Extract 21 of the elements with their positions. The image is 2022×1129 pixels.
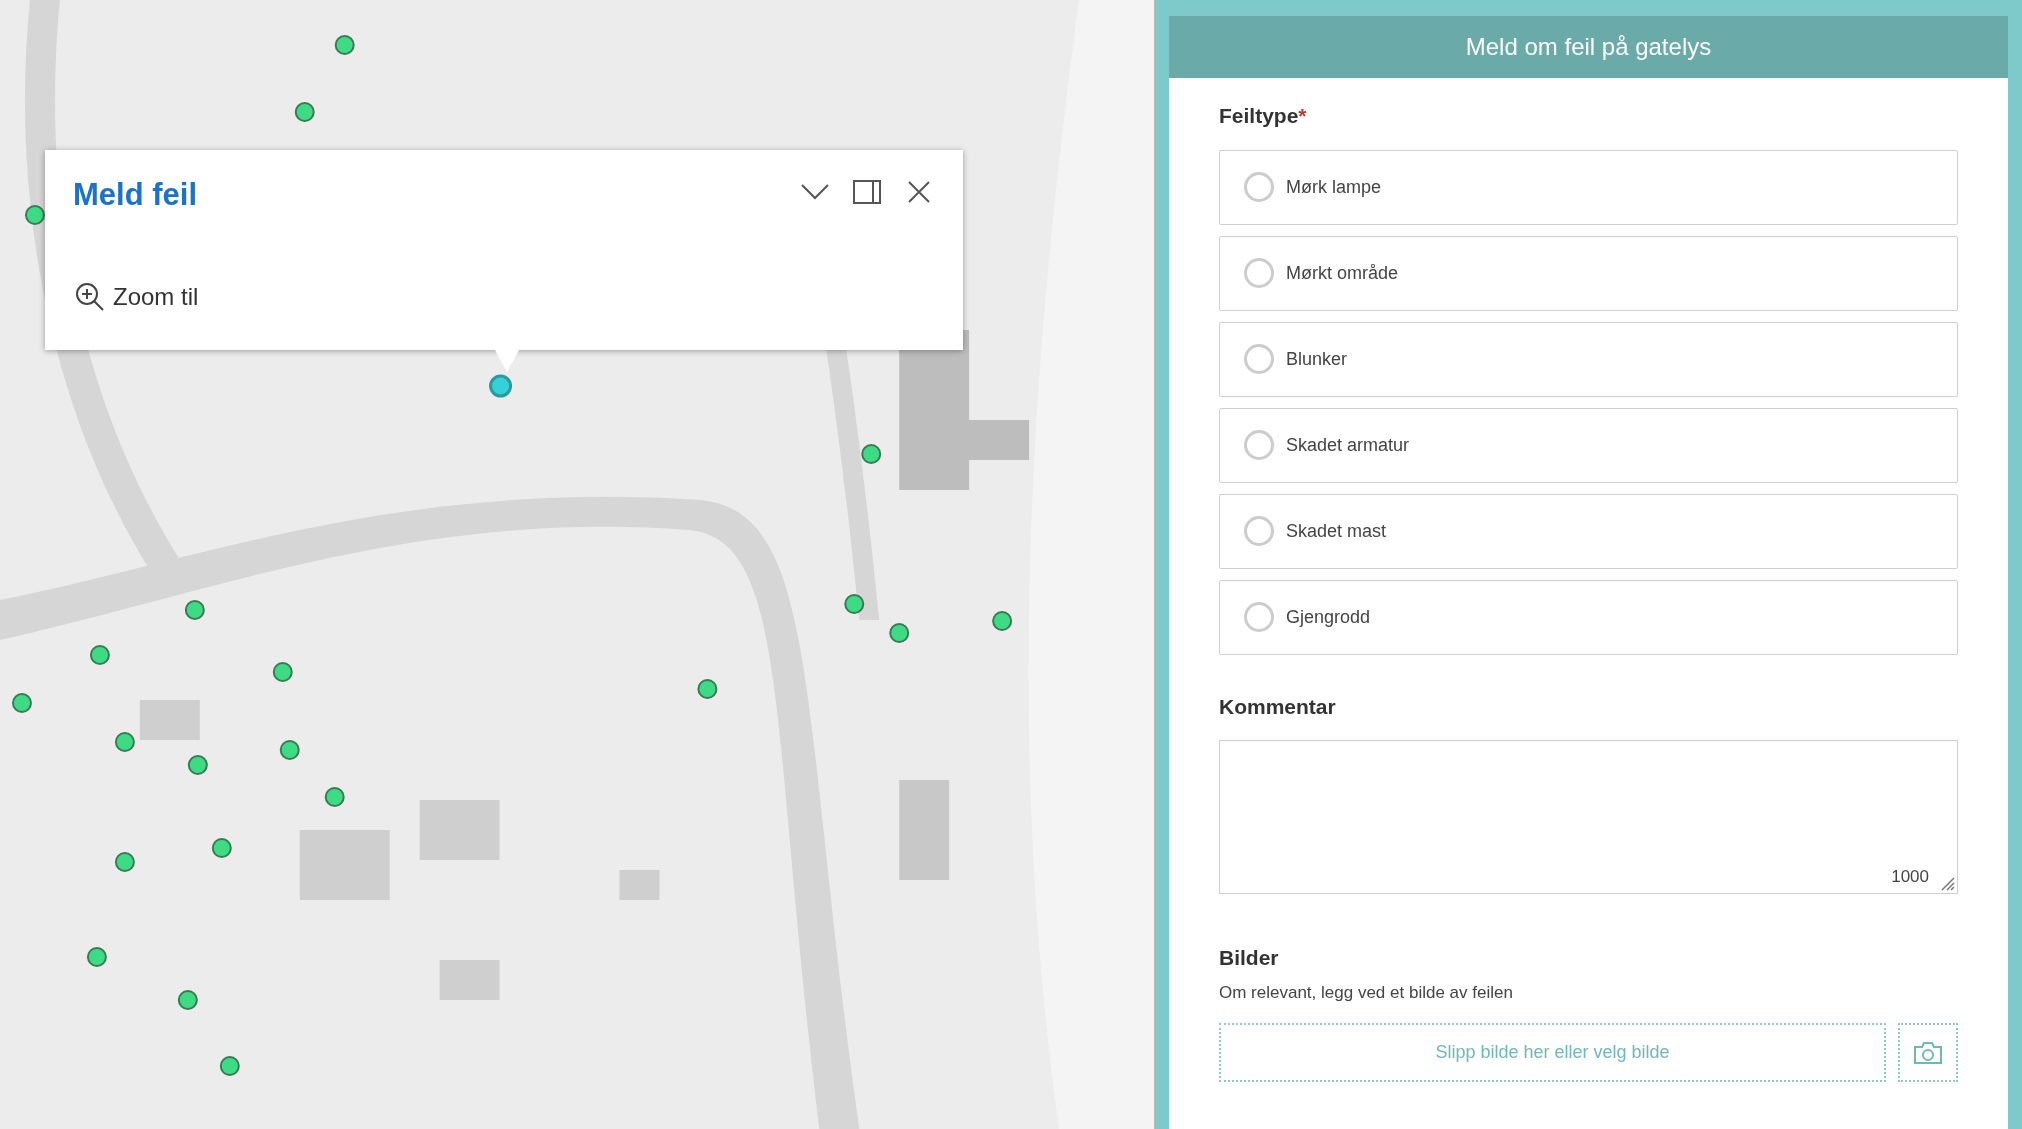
comment-field[interactable]: 1000: [1219, 740, 1958, 894]
chevron-down-icon: [800, 183, 830, 201]
field-label: Bilder: [1219, 945, 1280, 971]
radio-option[interactable]: Skadet armatur: [1219, 407, 1958, 483]
radio-option[interactable]: Mørkt område: [1219, 235, 1958, 311]
field-hint: Om relevant, legg ved et bilde av feilen: [1219, 981, 1514, 1004]
zoom-in-icon: [75, 281, 105, 312]
side-panel-icon: [853, 180, 881, 204]
field-label: Feiltype*: [1219, 103, 1308, 129]
close-icon: [907, 180, 931, 204]
radio-option[interactable]: Skadet mast: [1219, 493, 1958, 569]
field-label: Kommentar: [1219, 693, 1337, 720]
form-header: Meld om feil på gatelys: [1169, 16, 2008, 78]
radio-option[interactable]: Gjengrodd: [1219, 579, 1958, 655]
resize-handle-icon: [1939, 875, 1955, 891]
popup-title: Meld feil: [73, 176, 197, 214]
zoom-to-button[interactable]: Zoom til: [75, 278, 199, 315]
radio-option[interactable]: Blunker: [1219, 321, 1958, 397]
character-counter: 1000: [1891, 865, 1929, 888]
radio-option[interactable]: Mørk lampe: [1219, 149, 1958, 225]
camera-icon: [1913, 1040, 1943, 1065]
